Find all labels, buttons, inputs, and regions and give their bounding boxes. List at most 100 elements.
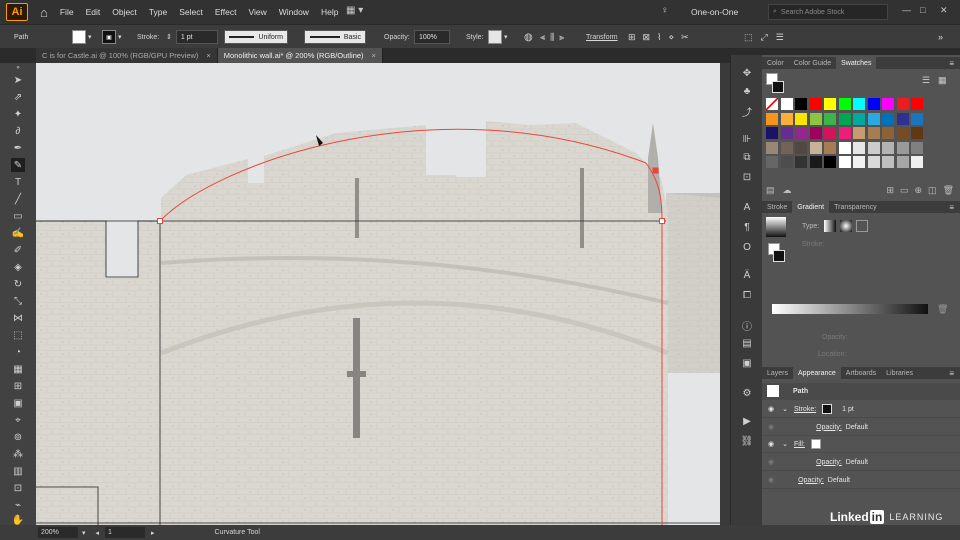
shape-builder-tool-icon[interactable]: ◔ xyxy=(11,345,25,359)
color-swatch[interactable] xyxy=(882,112,894,125)
menu-edit[interactable]: Edit xyxy=(86,7,101,17)
color-swatch[interactable] xyxy=(911,98,923,110)
minimize-icon[interactable]: — xyxy=(902,5,911,15)
color-swatch[interactable] xyxy=(911,127,923,139)
color-swatch[interactable] xyxy=(882,98,894,110)
info-icon[interactable]: ⓘ xyxy=(741,319,753,333)
stroke-weight-field[interactable]: 1 pt xyxy=(175,30,218,44)
list-view-icon[interactable]: ☰ xyxy=(922,75,930,86)
tab-libraries[interactable]: Libraries xyxy=(881,367,918,379)
panel-menu-icon[interactable]: ☰ xyxy=(776,32,784,43)
chevron-down-icon[interactable]: ▾ xyxy=(82,529,86,537)
brush-definition[interactable]: Basic xyxy=(304,30,366,44)
color-swatch[interactable] xyxy=(780,112,793,125)
color-swatch[interactable] xyxy=(911,112,923,125)
none-swatch[interactable] xyxy=(766,98,778,110)
chevron-down-icon[interactable]: ▾ xyxy=(88,33,92,41)
color-swatch[interactable] xyxy=(853,141,865,154)
menu-effect[interactable]: Effect xyxy=(215,7,237,17)
vertical-scrollbar[interactable] xyxy=(720,63,730,525)
eraser-tool-icon[interactable]: ◈ xyxy=(11,260,25,274)
pen-tool-icon[interactable]: ✒ xyxy=(11,141,25,155)
color-swatch[interactable] xyxy=(838,141,851,154)
eye-icon[interactable]: ◉ xyxy=(768,423,774,431)
menu-view[interactable]: View xyxy=(248,7,266,17)
appearance-fill-opacity-row[interactable]: ◉ Opacity: Default xyxy=(762,454,960,471)
opentype-icon[interactable]: O xyxy=(741,241,753,253)
paintbrush-tool-icon[interactable]: ✍ xyxy=(11,226,25,240)
menu-window[interactable]: Window xyxy=(279,7,309,17)
tab-color[interactable]: Color xyxy=(762,57,789,69)
collapse-panels-icon[interactable]: » xyxy=(938,25,943,49)
tab-monolithic-wall[interactable]: Monolithic wall.ai* @ 200% (RGB/Outline)… xyxy=(217,48,383,63)
stock-search-input[interactable]: ⌕ Search Adobe Stock xyxy=(768,4,888,20)
paragraph-icon[interactable]: ¶ xyxy=(741,221,753,233)
tab-appearance[interactable]: Appearance xyxy=(793,367,841,379)
tab-gradient[interactable]: Gradient xyxy=(792,201,830,213)
symbols-icon[interactable]: ♣ xyxy=(741,85,753,97)
close-tab-icon[interactable]: × xyxy=(206,51,210,60)
color-swatch[interactable] xyxy=(795,127,807,139)
panel-menu-icon[interactable]: ≡ xyxy=(949,203,960,212)
pathfinder-icon[interactable]: ⧉ xyxy=(741,151,753,163)
folder-icon[interactable]: ▭ xyxy=(900,185,909,196)
delete-stop-icon[interactable]: 🗑 xyxy=(937,304,948,315)
shape-builder-icon[interactable]: ⊠ xyxy=(643,32,651,43)
maximize-icon[interactable]: □ xyxy=(920,5,925,15)
close-tab-icon[interactable]: × xyxy=(372,51,376,60)
color-swatch[interactable] xyxy=(867,127,880,139)
artboard-number-field[interactable]: 1 xyxy=(105,527,146,538)
disclosure-icon[interactable]: ⌄ xyxy=(782,440,788,448)
align-center-icon[interactable]: ⫼ xyxy=(550,32,554,43)
tab-stroke[interactable]: Stroke xyxy=(762,201,792,213)
color-swatch[interactable] xyxy=(838,98,851,110)
color-swatch[interactable] xyxy=(824,112,836,125)
lasso-tool-icon[interactable]: ∂ xyxy=(11,124,25,138)
color-swatch[interactable] xyxy=(780,98,793,110)
arrange-documents-icon[interactable]: ▦ ▾ xyxy=(346,5,363,16)
color-swatch[interactable] xyxy=(896,141,909,154)
image-trace-icon[interactable]: ▣ xyxy=(741,357,753,369)
menu-file[interactable]: File xyxy=(60,7,74,17)
gradient-stroke-swatch[interactable] xyxy=(773,250,785,262)
zoom-field[interactable]: 200% xyxy=(38,527,78,538)
chevron-down-icon[interactable]: ▾ xyxy=(504,33,508,41)
color-swatch[interactable] xyxy=(867,156,880,168)
color-swatch[interactable] xyxy=(838,112,851,125)
color-swatch[interactable] xyxy=(911,156,923,168)
blend-tool-icon[interactable]: ⊚ xyxy=(11,430,25,444)
artboard-tool-icon[interactable]: ⊡ xyxy=(11,481,25,495)
character-icon[interactable]: A xyxy=(741,201,753,213)
anchor-point[interactable] xyxy=(652,167,659,174)
handles-icon[interactable]: ⋄ xyxy=(669,32,675,43)
selection-tool-icon[interactable]: ➤ xyxy=(11,73,25,87)
color-swatch[interactable] xyxy=(896,127,909,139)
anchor-point[interactable] xyxy=(157,218,163,224)
settings-gear-icon[interactable]: ⚙ xyxy=(741,387,753,399)
current-tool-status[interactable]: Curvature Tool xyxy=(215,529,260,536)
brushes-icon[interactable]: ✥ xyxy=(741,67,753,79)
color-swatch[interactable] xyxy=(824,98,836,110)
color-swatch[interactable] xyxy=(896,112,909,125)
gradient-thumbnail[interactable] xyxy=(766,217,786,237)
fill-swatch[interactable] xyxy=(72,30,86,44)
appearance-object-opacity-row[interactable]: ◉ Opacity: Default xyxy=(762,472,960,489)
align-panel-icon[interactable]: ⊪ xyxy=(741,133,753,145)
stepper-icon[interactable]: ⇕ xyxy=(166,33,172,41)
anchor-point[interactable] xyxy=(659,218,665,224)
symbol-sprayer-tool-icon[interactable]: ⁂ xyxy=(11,447,25,461)
color-swatch[interactable] xyxy=(795,112,807,125)
transform-panel-icon[interactable]: ⊡ xyxy=(741,171,753,183)
eye-icon[interactable]: ◉ xyxy=(768,405,774,413)
scale-tool-icon[interactable]: ⤡ xyxy=(11,294,25,308)
tab-layers[interactable]: Layers xyxy=(762,367,793,379)
links-icon[interactable]: ⧠ xyxy=(741,289,753,301)
color-swatch[interactable] xyxy=(882,156,894,168)
color-swatch[interactable] xyxy=(809,127,822,139)
next-artboard-icon[interactable]: ▸ xyxy=(151,529,155,537)
anchor-convert-icon[interactable]: ⌇ xyxy=(657,32,661,43)
new-swatch-icon[interactable]: ⊕ xyxy=(915,185,923,196)
color-swatch[interactable] xyxy=(809,98,822,110)
color-swatch[interactable] xyxy=(882,141,894,154)
align-right-icon[interactable]: ⫸ xyxy=(559,32,564,43)
